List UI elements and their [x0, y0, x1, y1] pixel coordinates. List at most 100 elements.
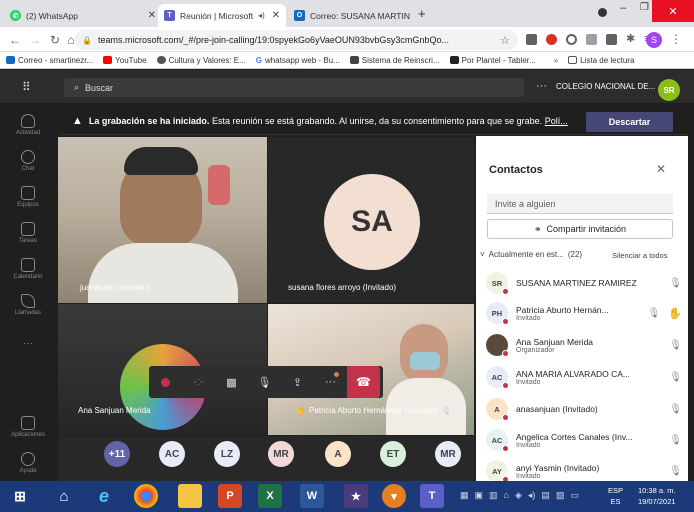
- language-indicator[interactable]: ESP ES: [608, 485, 623, 507]
- rail-apps[interactable]: Aplicaciones: [0, 416, 56, 438]
- invite-input[interactable]: Invite a alguien: [487, 194, 673, 214]
- mute-all-link[interactable]: Silenciar a todos: [612, 251, 667, 260]
- window-close-button[interactable]: ✕: [652, 0, 694, 22]
- teams-taskbar-icon[interactable]: T: [420, 484, 444, 508]
- tray-icon[interactable]: ▦: [460, 490, 469, 501]
- camera-off-button[interactable]: ▩: [215, 366, 248, 398]
- excel-icon[interactable]: X: [258, 484, 282, 508]
- org-name[interactable]: COLEGIO NACIONAL DE...: [556, 82, 655, 91]
- star-icon[interactable]: ☆: [496, 30, 514, 50]
- record-icon[interactable]: [149, 366, 182, 398]
- tab-whatsapp[interactable]: ✆ (2) WhatsApp ✕: [4, 4, 162, 27]
- overflow-avatar[interactable]: LZ: [214, 441, 240, 467]
- new-tab-button[interactable]: +: [418, 6, 426, 21]
- extension-icon[interactable]: [606, 34, 617, 45]
- volume-icon[interactable]: ◂): [528, 490, 536, 501]
- powerpoint-icon[interactable]: P: [218, 484, 242, 508]
- overflow-avatar[interactable]: AC: [159, 441, 185, 467]
- user-avatar[interactable]: SR: [658, 79, 680, 101]
- file-explorer-icon[interactable]: [178, 484, 202, 508]
- rail-calls[interactable]: Llamadas: [0, 294, 56, 316]
- mic-muted-icon[interactable]: 🎙: [669, 466, 682, 477]
- chrome-icon[interactable]: [134, 484, 158, 508]
- overflow-more[interactable]: +11: [104, 441, 130, 467]
- more-options-icon[interactable]: ···: [536, 80, 547, 92]
- home-icon[interactable]: ⌂: [52, 484, 76, 508]
- mic-muted-icon[interactable]: 🎙: [669, 404, 682, 415]
- bookmark-plantel[interactable]: Por Plantel - Tabler...: [449, 56, 536, 65]
- bookmark-cultura[interactable]: Cultura y Valores: E...: [156, 56, 246, 65]
- mic-muted-icon[interactable]: 🎙: [648, 308, 661, 319]
- tray-icon[interactable]: ◈: [515, 490, 522, 501]
- windows-start-icon[interactable]: ⊞: [8, 484, 32, 508]
- bookmark-correo[interactable]: Correo - smartinezr...: [6, 56, 93, 65]
- rail-activity[interactable]: Actividad: [0, 114, 56, 136]
- adblock-icon[interactable]: [546, 34, 557, 45]
- minimize-button[interactable]: –: [620, 2, 626, 14]
- extension-icon[interactable]: [526, 34, 537, 45]
- close-panel-icon[interactable]: ✕: [656, 162, 666, 176]
- extension-icon[interactable]: [586, 34, 597, 45]
- rail-teams[interactable]: Equipos: [0, 186, 56, 208]
- rail-calendar[interactable]: Calendario: [0, 258, 56, 280]
- section-header[interactable]: ˅ Actualmente en est... (22): [480, 250, 582, 259]
- extension-icon[interactable]: [566, 34, 577, 45]
- app-launcher-icon[interactable]: ⠿: [22, 80, 32, 94]
- overflow-avatar[interactable]: A: [325, 441, 351, 467]
- tab-teams[interactable]: T Reunión | Microsoft ◂) ✕: [158, 4, 286, 27]
- word-icon[interactable]: W: [300, 484, 324, 508]
- participant-row[interactable]: Aanasanjuan (Invitado) 🎙: [486, 394, 682, 424]
- mic-off-button[interactable]: 🎙: [248, 366, 281, 398]
- video-tile-susana[interactable]: SA: [268, 137, 474, 303]
- bookmark-youtube[interactable]: YouTube: [103, 56, 147, 65]
- edge-icon[interactable]: e: [92, 484, 116, 508]
- app-icon[interactable]: ▾: [382, 484, 406, 508]
- back-icon[interactable]: ←: [6, 30, 24, 50]
- search-input[interactable]: ⌕ Buscar: [64, 78, 524, 97]
- tray-icon[interactable]: ▥: [489, 490, 498, 501]
- maximize-button[interactable]: ❐: [640, 2, 649, 13]
- clock[interactable]: 10:38 a. m. 19/07/2021: [638, 485, 676, 507]
- mic-muted-icon[interactable]: 🎙: [669, 372, 682, 383]
- dismiss-button[interactable]: Descartar: [586, 112, 673, 132]
- close-icon[interactable]: ✕: [272, 10, 280, 21]
- policy-link[interactable]: Polí...: [545, 116, 568, 126]
- participant-row[interactable]: AC ANA MARIA ALVARADO CA... Invitado 🎙: [486, 362, 682, 392]
- more-actions-button[interactable]: ···: [314, 366, 347, 398]
- participant-row[interactable]: PH Patricia Aburto Hernán... Invitado 🎙 ✋: [486, 298, 682, 328]
- overflow-avatar[interactable]: MR: [268, 441, 294, 467]
- bookmark-reading-list[interactable]: Lista de lectura: [568, 56, 634, 65]
- close-icon[interactable]: ✕: [148, 10, 156, 21]
- network-icon[interactable]: ▤: [541, 490, 550, 501]
- rail-chat[interactable]: Chat: [0, 150, 56, 172]
- menu-icon[interactable]: ⋮: [670, 32, 682, 46]
- more-bookmarks-icon[interactable]: »: [554, 56, 558, 65]
- battery-icon[interactable]: ▭: [570, 490, 579, 501]
- share-invite-button[interactable]: ⚭ Compartir invitación: [487, 219, 673, 239]
- participant-row[interactable]: Ana Sanjuan Merida Organizador 🎙: [486, 330, 682, 360]
- rail-help[interactable]: Ayuda: [0, 452, 56, 474]
- tray-icon[interactable]: ⌂: [504, 490, 509, 501]
- puzzle-icon[interactable]: ✱: [626, 34, 635, 45]
- mic-muted-icon[interactable]: 🎙: [669, 435, 682, 446]
- app-icon[interactable]: ★: [344, 484, 368, 508]
- mic-muted-icon[interactable]: 🎙: [669, 278, 682, 289]
- bookmark-whatsapp[interactable]: Gwhatsapp web - Bu...: [256, 56, 340, 65]
- share-screen-button[interactable]: ⇪: [281, 366, 314, 398]
- tab-outlook[interactable]: O Correo: SUSANA MARTIN ✕: [288, 4, 412, 27]
- mic-muted-icon[interactable]: 🎙: [669, 340, 682, 351]
- participant-row[interactable]: AC Angelica Cortes Canales (Inv... Invitad…: [486, 425, 682, 455]
- rail-tasks[interactable]: Tareas: [0, 222, 56, 244]
- hang-up-button[interactable]: ☎: [347, 366, 380, 398]
- bookmark-sistema[interactable]: Sistema de Reinscri...: [349, 56, 440, 65]
- forward-icon[interactable]: →: [26, 30, 44, 50]
- url-bar[interactable]: 🔒 teams.microsoft.com/_#/pre-join-callin…: [74, 30, 518, 50]
- tray-icon[interactable]: ▧: [556, 490, 565, 501]
- profile-avatar[interactable]: S: [646, 32, 662, 48]
- rail-more[interactable]: ···: [0, 338, 56, 349]
- video-tile-juanjsuan[interactable]: [58, 137, 267, 303]
- overflow-avatar[interactable]: ET: [380, 441, 406, 467]
- overflow-avatar[interactable]: MR: [435, 441, 461, 467]
- participant-row[interactable]: SR SUSANA MARTINEZ RAMIREZ 🎙: [486, 268, 682, 298]
- tray-icon[interactable]: ▣: [475, 490, 484, 501]
